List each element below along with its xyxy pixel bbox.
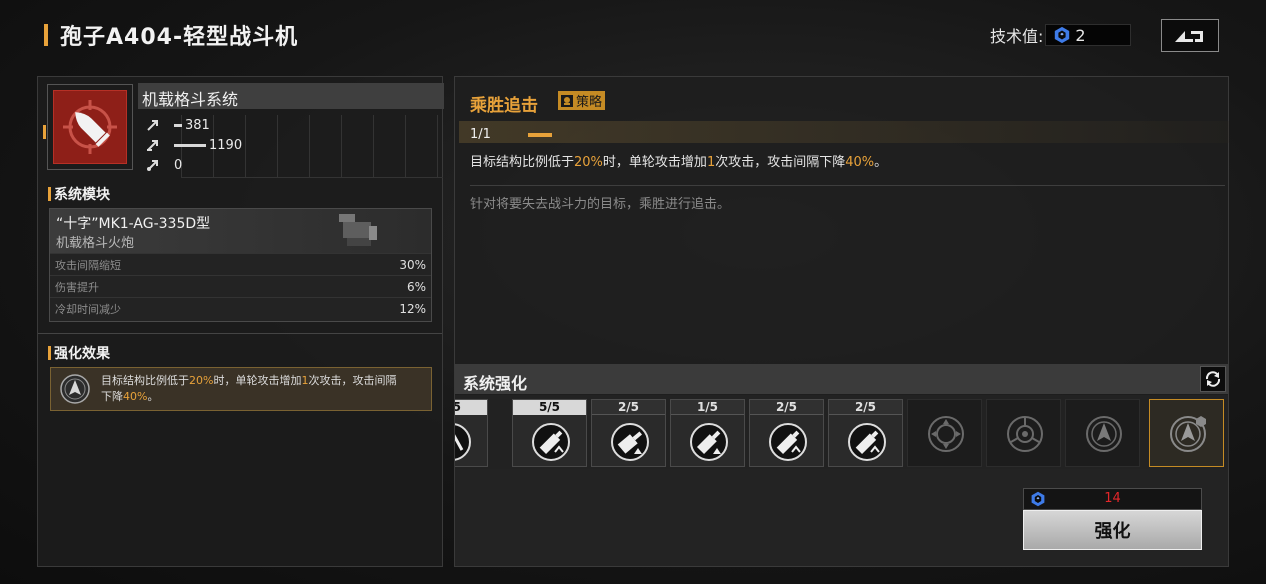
title-accent [44,24,48,46]
system-icon-tile [53,90,127,164]
enhance-slot-selected[interactable] [1149,399,1224,467]
cannon-icon [339,214,377,246]
back-arrow-icon [1175,30,1203,42]
enhance-slot[interactable]: 2/5 [591,399,666,467]
stat-armor: 0 [146,155,242,175]
enhance-slot-row: 5/5 5/5 2/5 1/5 [455,395,1228,469]
title-bar: 孢子A404-轻型战斗机 [44,20,298,50]
effect-section-title: 强化效果 [48,343,110,363]
enhance-slot-locked[interactable] [907,399,982,467]
module-stat-row: 伤害提升 6% [50,275,431,297]
strategy-icon [561,94,573,107]
enhance-button[interactable]: 强化 [1023,510,1202,550]
skill-level-bar [528,133,552,137]
armor-arrow-icon [147,160,158,171]
enhance-slot[interactable]: 5/5 [512,399,587,467]
ship-emblem-icon [60,374,90,404]
stat-attack-bar [174,123,182,127]
ship-emblem-badge-icon [1170,416,1206,452]
skill-level: 1/1 [470,127,491,142]
gun-upgrade-icon [769,423,807,461]
enhance-slot[interactable]: 5/5 [455,399,488,467]
stat-attack: 381 [146,115,242,135]
enhance-cost: 14 [1023,488,1202,510]
target-reticle-icon [1007,416,1043,452]
gun-arrow-upgrade-icon [690,423,728,461]
turret-upgrade-icon [611,423,649,461]
system-title-bar: 机载格斗系统 [138,83,444,109]
tech-value: 2 [1075,25,1086,45]
skill-level-strip [459,121,1229,143]
page-title: 孢子A404-轻型战斗机 [60,25,299,50]
skill-separator [470,185,1225,186]
gun-upgrade-icon [532,423,570,461]
skill-description: 目标结构比例低于20%时，单轮攻击增加1次攻击，攻击间隔下降40%。 [470,155,888,170]
enhance-effect-text: 目标结构比例低于20%时，单轮攻击增加1次攻击，攻击间隔 下降40%。 [101,374,397,403]
module-header: “十字”MK1-AG-335D型 机载格斗火炮 [50,209,431,253]
enhance-slot[interactable]: 2/5 [749,399,824,467]
refresh-icon [1205,371,1221,387]
enhance-cost-value: 14 [1104,491,1121,506]
stat-hp-value: 1190 [209,137,243,153]
skill-detail-panel: 乘胜追击 策略 1/1 目标结构比例低于20%时，单轮攻击增加1次攻击，攻击间隔… [454,76,1229,567]
attack-arrow-icon [147,120,158,131]
stat-attack-value: 381 [185,117,210,133]
enhance-slot[interactable]: 2/5 [828,399,903,467]
blue-gem-icon [1055,26,1070,44]
enhance-slot-locked[interactable] [986,399,1061,467]
ship-emblem-icon [1086,416,1122,452]
skill-title: 乘胜追击 [470,96,538,116]
gun-upgrade-icon [848,423,886,461]
system-enhance-header: 系统强化 [455,364,1228,394]
back-button[interactable] [1161,19,1219,52]
tech-value-box: 2 [1045,24,1132,46]
module-type: 机载格斗火炮 [56,236,135,251]
system-header: 机载格斗系统 381 1190 0 [43,83,444,183]
left-accent [43,125,46,139]
skill-flavor-text: 针对将要失去战斗力的目标，乘胜进行追击。 [470,197,731,212]
enhance-slot[interactable]: 1/5 [670,399,745,467]
module-stat-row: 攻击间隔缩短 30% [50,253,431,275]
system-enhance-title: 系统强化 [463,374,528,393]
refresh-button[interactable] [1200,366,1226,392]
system-info-panel: 机载格斗系统 381 1190 0 系统模块 “十字”MK1-AG-335D型 … [37,76,444,567]
system-icon-frame [47,84,133,170]
module-stat-row: 冷却时间减少 12% [50,297,431,319]
system-stats: 381 1190 0 [146,115,242,175]
skill-tag: 策略 [558,91,606,110]
module-name: “十字”MK1-AG-335D型 [56,216,211,232]
hp-arrow-icon [147,140,158,151]
system-module-card[interactable]: “十字”MK1-AG-335D型 机载格斗火炮 攻击间隔缩短 30% 伤害提升 … [49,208,432,322]
bullet-target-icon [63,100,117,154]
stat-hp-bar [174,143,206,147]
module-section-title: 系统模块 [48,184,110,204]
crosshair-icon [928,416,964,452]
stat-armor-value: 0 [174,157,183,173]
enhance-effect-card: 目标结构比例低于20%时，单轮攻击增加1次攻击，攻击间隔 下降40%。 [50,367,432,411]
chevron-upgrade-icon [455,423,471,461]
enhance-slot-locked[interactable] [1065,399,1140,467]
left-divider [38,333,442,334]
system-name: 机载格斗系统 [142,90,239,109]
stat-hp: 1190 [146,135,242,155]
tech-label: 技术值: [990,27,1044,46]
tech-value-display: 技术值: 2 [990,24,1132,46]
